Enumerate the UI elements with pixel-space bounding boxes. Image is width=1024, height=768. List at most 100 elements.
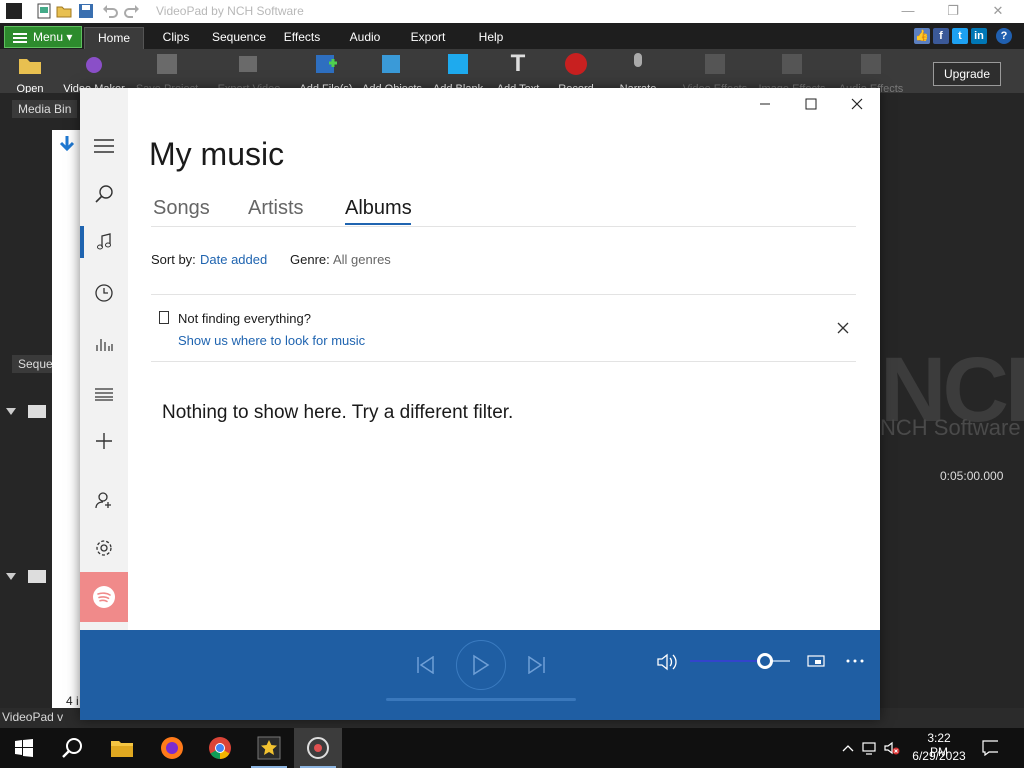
tab-songs[interactable]: Songs — [153, 197, 210, 220]
open-folder-icon[interactable] — [56, 3, 72, 19]
hamburger-menu-button[interactable] — [80, 126, 128, 166]
tab-help[interactable]: Help — [474, 27, 508, 49]
volume-tray-button[interactable] — [884, 740, 900, 756]
music-maximize-button[interactable] — [788, 92, 834, 116]
tab-home[interactable]: Home — [84, 27, 144, 49]
music-sidebar — [80, 88, 128, 630]
microphone-icon — [625, 51, 651, 77]
account-button[interactable] — [80, 480, 128, 520]
facebook-icon[interactable]: f — [933, 28, 949, 44]
export-video-icon — [236, 51, 262, 77]
maximize-button[interactable]: ❐ — [938, 2, 968, 20]
tab-artists[interactable]: Artists — [248, 197, 304, 220]
firefox-icon — [161, 737, 183, 759]
like-icon[interactable]: 👍 — [914, 28, 930, 44]
nch-watermark-subtitle: NCH Software — [880, 415, 1021, 440]
settings-button[interactable] — [80, 528, 128, 568]
hamburger-icon — [13, 31, 27, 45]
open-button[interactable]: Open — [12, 51, 48, 95]
previous-icon — [417, 656, 434, 674]
music-close-button[interactable] — [834, 92, 880, 116]
notifications-button[interactable] — [982, 740, 998, 756]
music-app-window: My music Songs Artists Albums Sort by: D… — [80, 88, 880, 720]
videopad-window-title: VideoPad by NCH Software — [156, 4, 304, 18]
help-icon[interactable]: ? — [996, 28, 1012, 44]
add-blank-icon — [445, 51, 471, 77]
open-folder-icon — [17, 51, 43, 77]
sort-dropdown[interactable]: Date added — [200, 252, 267, 267]
spotify-button[interactable] — [80, 572, 128, 622]
sort-label: Sort by: — [151, 252, 196, 267]
mini-view-button[interactable] — [804, 650, 828, 672]
chevron-up-icon — [842, 745, 854, 752]
upgrade-button[interactable]: Upgrade — [933, 62, 1001, 86]
playlists-button[interactable] — [80, 374, 128, 414]
add-files-icon — [313, 51, 339, 77]
tab-sequence[interactable]: Sequence — [210, 27, 268, 49]
firefox-taskbar-button[interactable] — [148, 728, 196, 768]
settings-icon — [96, 540, 112, 556]
tab-albums[interactable]: Albums — [345, 197, 412, 220]
chrome-taskbar-button[interactable] — [196, 728, 244, 768]
file-explorer-window-fragment — [52, 130, 82, 720]
audio-track-controls[interactable] — [4, 568, 50, 586]
add-icon — [96, 433, 112, 449]
show-hidden-icons-button[interactable] — [840, 740, 856, 756]
notice-title: Not finding everything? — [178, 311, 311, 326]
videopad-status-text: VideoPad v — [2, 710, 64, 724]
volume-button[interactable] — [654, 650, 682, 674]
music-minimize-button[interactable] — [742, 92, 788, 116]
minimize-icon — [760, 103, 770, 105]
notice-divider-bottom — [151, 361, 856, 362]
new-playlist-button[interactable] — [80, 421, 128, 461]
tabs-divider — [151, 226, 856, 227]
media-bin-tab[interactable]: Media Bin — [12, 100, 78, 118]
save-icon[interactable] — [78, 3, 94, 19]
linkedin-icon[interactable]: in — [971, 28, 987, 44]
start-button[interactable] — [0, 728, 48, 768]
undo-icon[interactable] — [102, 3, 118, 19]
groove-music-taskbar-button[interactable] — [294, 728, 342, 768]
close-button[interactable]: ✕ — [983, 2, 1013, 20]
choose-music-folders-link[interactable]: Show us where to look for music — [178, 333, 365, 348]
play-button[interactable] — [456, 640, 506, 690]
videopad-toolbar: Open Video Maker Save Project Export Vid… — [0, 49, 1024, 95]
volume-icon — [657, 653, 677, 671]
previous-button[interactable] — [410, 652, 440, 678]
main-menu-button[interactable]: Menu ▾ — [4, 26, 82, 48]
twitter-icon[interactable]: t — [952, 28, 968, 44]
empty-state-message: Nothing to show here. Try a different fi… — [162, 402, 514, 423]
search-button[interactable] — [80, 174, 128, 214]
notice-divider-top — [151, 294, 856, 295]
video-track-controls[interactable] — [4, 403, 50, 421]
tab-audio[interactable]: Audio — [345, 27, 385, 49]
groove-music-icon — [307, 737, 329, 759]
tab-export[interactable]: Export — [406, 27, 450, 49]
next-icon — [528, 656, 545, 674]
videopad-taskbar-button[interactable] — [245, 728, 293, 768]
chrome-icon — [209, 737, 231, 759]
volume-slider[interactable] — [690, 653, 790, 669]
volume-slider-thumb[interactable] — [757, 653, 773, 669]
more-options-button[interactable] — [842, 650, 868, 672]
search-taskbar-button[interactable] — [48, 728, 96, 768]
network-status-button[interactable] — [862, 740, 878, 756]
seek-bar[interactable] — [386, 698, 576, 701]
audio-effects-icon — [858, 51, 884, 77]
now-playing-button[interactable] — [80, 323, 128, 363]
genre-dropdown[interactable]: All genres — [333, 252, 391, 267]
my-music-nav-button[interactable] — [80, 222, 128, 262]
spotify-icon — [93, 586, 115, 608]
new-project-icon[interactable] — [36, 3, 52, 19]
tab-effects[interactable]: Effects — [280, 27, 324, 49]
music-note-icon — [97, 233, 111, 250]
file-explorer-taskbar-button[interactable] — [98, 728, 146, 768]
next-button[interactable] — [522, 652, 552, 678]
minimize-button[interactable]: — — [893, 2, 923, 20]
redo-icon[interactable] — [124, 3, 140, 19]
search-icon — [62, 738, 82, 758]
tab-clips[interactable]: Clips — [158, 27, 194, 49]
dismiss-notice-button[interactable] — [834, 319, 852, 337]
clock-date[interactable]: 6/29/2023 — [905, 749, 973, 763]
recent-plays-button[interactable] — [80, 273, 128, 313]
